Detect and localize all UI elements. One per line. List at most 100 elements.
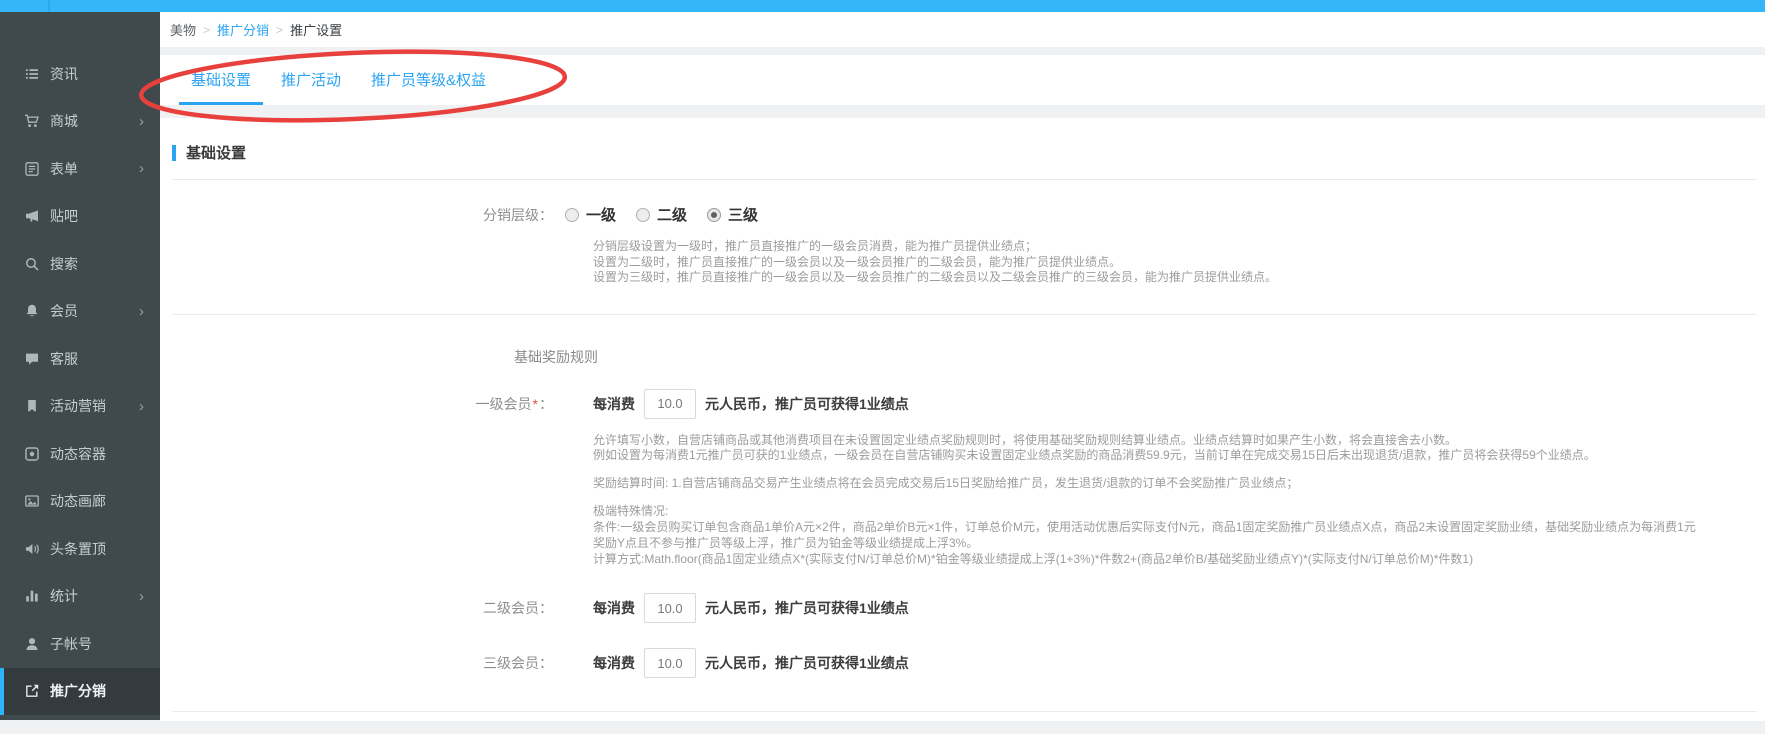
desc-line: 奖励Y点且不参与推广员等级上浮，推广员为铂金等级业绩提成上浮3%。 <box>593 535 1757 551</box>
radio-level-3-label[interactable]: 三级 <box>728 204 758 225</box>
level3-amount-input[interactable] <box>644 648 696 678</box>
breadcrumb-separator: > <box>203 23 210 37</box>
field-label: 二级会员： <box>172 598 553 618</box>
sidebar-item-headline-top[interactable]: 头条置顶 <box>0 525 160 573</box>
sidebar-item-members[interactable]: 会员 › <box>0 288 160 336</box>
basic-reward-rules-label: 基础奖励规则 <box>514 347 1757 367</box>
top-bar <box>0 0 1765 12</box>
required-asterisk: * <box>533 396 538 412</box>
level3-member-row: 三级会员： 每消费 元人民币，推广员可获得1业绩点 <box>172 648 1757 678</box>
chevron-right-icon: › <box>139 114 144 129</box>
field-content: 每消费 元人民币，推广员可获得1业绩点 <box>593 389 909 419</box>
tab-promoter-level-rights[interactable]: 推广员等级&权益 <box>368 69 489 105</box>
speaker-icon <box>24 541 40 557</box>
sidebar-item-label: 商城 <box>50 111 78 131</box>
sidebar-item-sub-accounts[interactable]: 子帐号 <box>0 620 160 668</box>
divider <box>172 314 1757 315</box>
breadcrumb: 美物 > 推广分销 > 推广设置 <box>160 12 1765 47</box>
field-label-colon: ： <box>539 655 553 671</box>
tab-basic-settings[interactable]: 基础设置 <box>188 69 254 105</box>
chat-icon <box>24 351 40 367</box>
radio-level-3[interactable] <box>707 208 721 222</box>
sidebar-item-service[interactable]: 客服 <box>0 335 160 383</box>
share-icon <box>24 683 40 699</box>
bell-icon <box>24 303 40 319</box>
field-label-colon: ： <box>539 207 553 223</box>
level1-description: 允许填写小数，自营店铺商品或其他消费项目在未设置固定业绩点奖励规则时，将使用基础… <box>593 433 1757 464</box>
topbar-logo-divider <box>48 0 50 12</box>
sidebar-item-dynamic-container[interactable]: 动态容器 <box>0 430 160 478</box>
field-label: 三级会员： <box>172 653 553 673</box>
field-label-text: 一级会员 <box>476 396 532 412</box>
field-label-text: 分销层级 <box>483 207 539 223</box>
field-label-text: 三级会员 <box>483 655 539 671</box>
breadcrumb-separator: > <box>276 23 283 37</box>
sidebar-item-statistics[interactable]: 统计 › <box>0 573 160 621</box>
sidebar-item-label: 头条置顶 <box>50 539 106 559</box>
radio-level-2-label[interactable]: 二级 <box>657 204 687 225</box>
chevron-right-icon: › <box>139 161 144 176</box>
chevron-right-icon: › <box>139 399 144 414</box>
sidebar-item-mall[interactable]: 商城 › <box>0 98 160 146</box>
list-icon <box>24 66 40 82</box>
desc-line: 计算方式:Math.floor(商品1固定业绩点X*(实际支付N/订单总价M)*… <box>593 551 1757 567</box>
desc-line: 设置为二级时，推广员直接推广的一级会员以及一级会员推广的二级会员，能为推广员提供… <box>593 255 1757 271</box>
breadcrumb-item-promotion[interactable]: 推广分销 <box>217 20 269 39</box>
bookmark-icon <box>24 398 40 414</box>
radio-level-1[interactable] <box>565 208 579 222</box>
sidebar-item-label: 表单 <box>50 159 78 179</box>
main-area: 美物 > 推广分销 > 推广设置 基础设置 推广活动 推广员等级&权益 基础设置… <box>160 12 1765 721</box>
form-icon <box>24 161 40 177</box>
sidebar-item-label: 动态容器 <box>50 444 106 464</box>
desc-line: 例如设置为每消费1元推广员可获的1业绩点，一级会员在自营店铺购买未设置固定业绩点… <box>593 448 1757 464</box>
sidebar-item-tieba[interactable]: 贴吧 <box>0 193 160 241</box>
sidebar-item-forms[interactable]: 表单 › <box>0 145 160 193</box>
field-content: 每消费 元人民币，推广员可获得1业绩点 <box>593 648 909 678</box>
sidebar-item-label: 推广分销 <box>50 681 106 701</box>
tab-promotion-activity[interactable]: 推广活动 <box>278 69 344 105</box>
distribution-level-row: 分销层级： 一级 二级 三级 <box>172 204 1757 225</box>
sidebar-item-label: 活动营销 <box>50 396 106 416</box>
section-header: 基础设置 <box>172 142 1757 163</box>
gallery-icon <box>24 493 40 509</box>
level1-amount-input[interactable] <box>644 389 696 419</box>
breadcrumb-item-home[interactable]: 美物 <box>170 20 196 39</box>
extreme-case-description: 极端特殊情况: 条件:一级会员购买订单包含商品1单价A元×2件，商品2单价B元×… <box>593 503 1757 567</box>
level1-member-row: 一级会员*： 每消费 元人民币，推广员可获得1业绩点 <box>172 389 1757 419</box>
sidebar-item-promotion-distribution[interactable]: 推广分销 <box>0 668 160 716</box>
sidebar-item-label: 统计 <box>50 586 78 606</box>
radio-level-1-label[interactable]: 一级 <box>586 204 616 225</box>
sidebar-item-label: 资讯 <box>50 64 78 84</box>
breadcrumb-item-settings: 推广设置 <box>290 20 342 39</box>
sidebar-item-news[interactable]: 资讯 <box>0 50 160 98</box>
sidebar-item-label: 搜索 <box>50 254 78 274</box>
desc-line: 允许填写小数，自营店铺商品或其他消费项目在未设置固定业绩点奖励规则时，将使用基础… <box>593 433 1757 449</box>
page-title: 基础设置 <box>186 142 246 163</box>
cart-icon <box>24 113 40 129</box>
sidebar-nav: 资讯 商城 › 表单 › 贴吧 搜索 会员 › 客服 <box>0 12 160 715</box>
level-description: 分销层级设置为一级时，推广员直接推广的一级会员消费，能为推广员提供业绩点； 设置… <box>593 239 1757 286</box>
settlement-description: 奖励结算时间: 1.自营店铺商品交易产生业绩点将在会员完成交易后15日奖励给推广… <box>593 476 1757 492</box>
input-suffix: 元人民币，推广员可获得1业绩点 <box>705 394 909 414</box>
level2-amount-input[interactable] <box>644 593 696 623</box>
field-label: 一级会员*： <box>172 394 553 414</box>
sidebar-item-activity-marketing[interactable]: 活动营销 › <box>0 383 160 431</box>
desc-line: 极端特殊情况: <box>593 503 1757 519</box>
sidebar-item-dynamic-gallery[interactable]: 动态画廊 <box>0 478 160 526</box>
stats-icon <box>24 588 40 604</box>
sidebar-item-search[interactable]: 搜索 <box>0 240 160 288</box>
field-content: 每消费 元人民币，推广员可获得1业绩点 <box>593 593 909 623</box>
field-label: 分销层级： <box>172 205 553 225</box>
desc-line: 奖励结算时间: 1.自营店铺商品交易产生业绩点将在会员完成交易后15日奖励给推广… <box>593 476 1757 492</box>
chevron-right-icon: › <box>139 589 144 604</box>
field-label-colon: ： <box>539 600 553 616</box>
radio-level-2[interactable] <box>636 208 650 222</box>
field-label-colon: ： <box>539 396 553 412</box>
level-radio-group: 一级 二级 三级 <box>565 204 778 225</box>
level2-member-row: 二级会员： 每消费 元人民币，推广员可获得1业绩点 <box>172 593 1757 623</box>
divider <box>172 711 1757 712</box>
sidebar-item-label: 动态画廊 <box>50 491 106 511</box>
sidebar: 资讯 商城 › 表单 › 贴吧 搜索 会员 › 客服 <box>0 12 160 720</box>
desc-line: 设置为三级时，推广员直接推广的一级会员以及一级会员推广的二级会员以及二级会员推广… <box>593 270 1757 286</box>
input-prefix: 每消费 <box>593 598 635 618</box>
